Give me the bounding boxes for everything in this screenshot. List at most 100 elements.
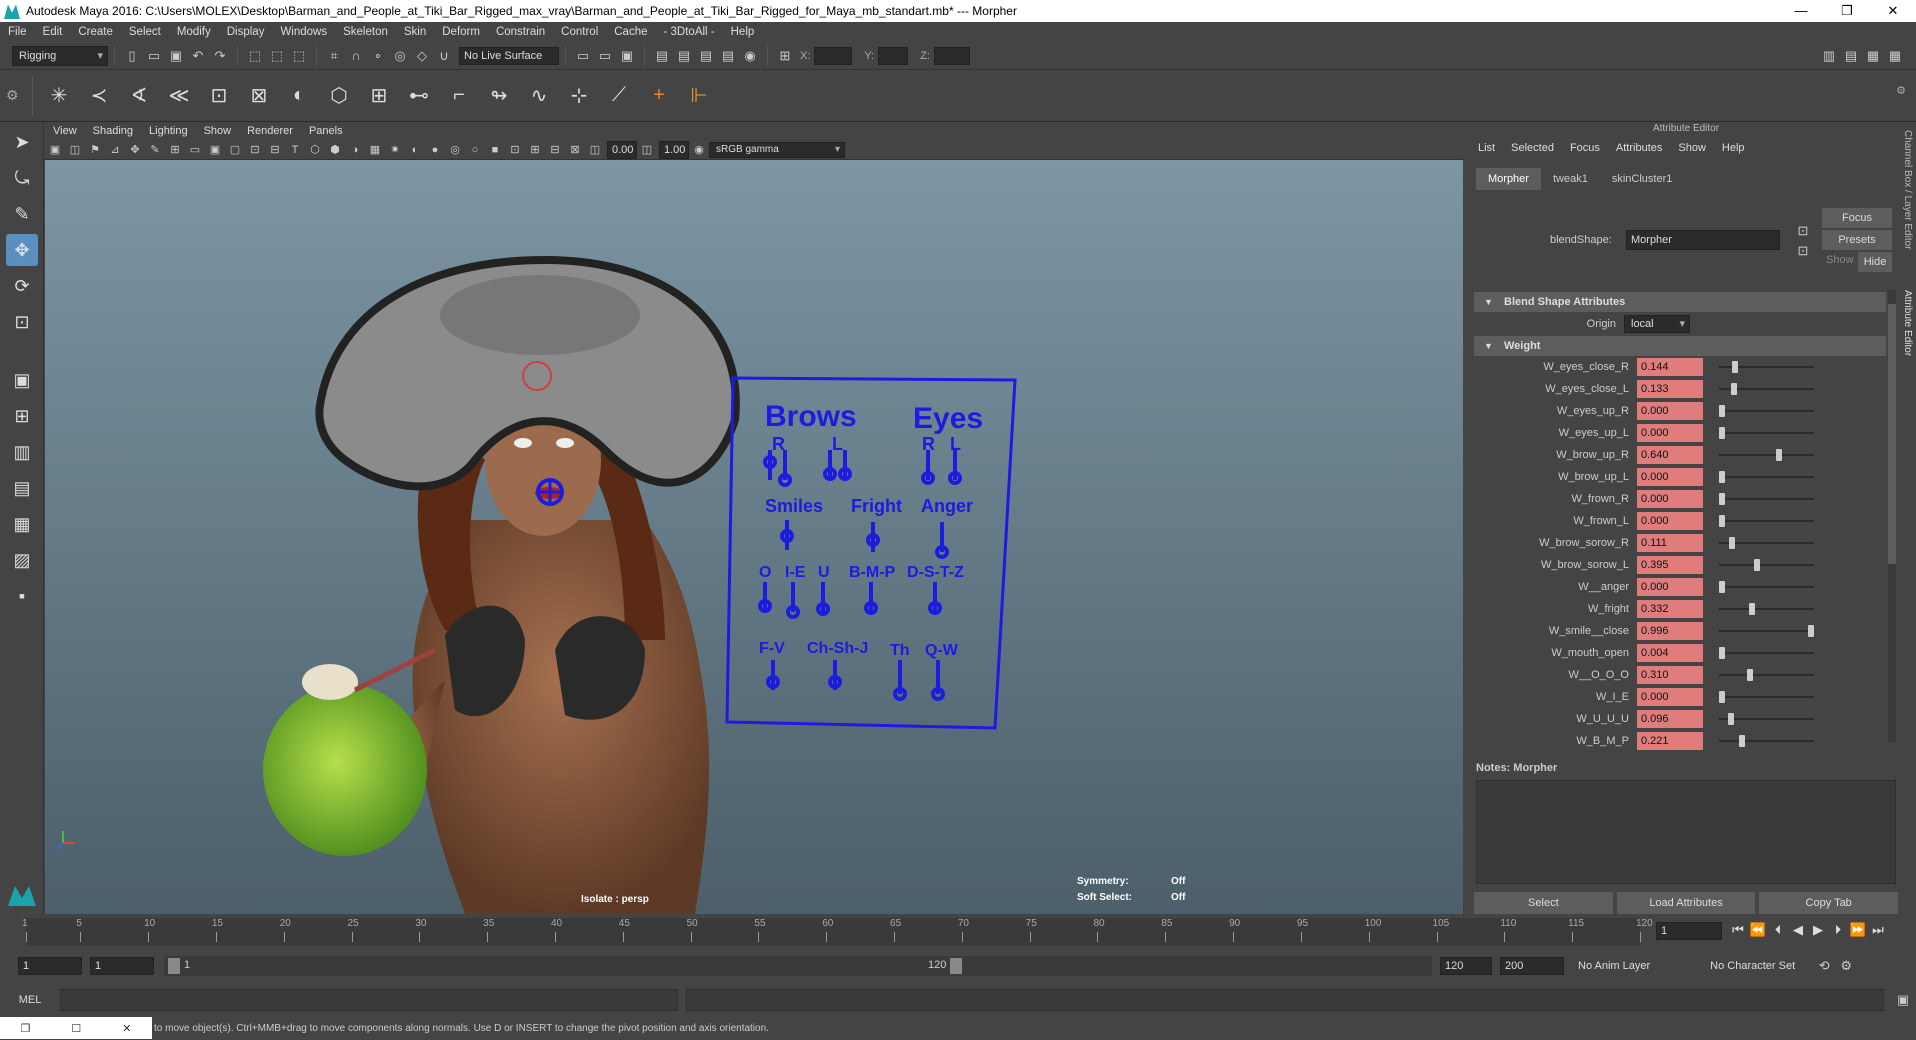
close-window-icon[interactable]: ✕ [122, 1022, 131, 1035]
anim-layer-dropdown[interactable]: No Anim Layer [1578, 960, 1650, 972]
ik-spline-icon[interactable]: ∢ [122, 79, 156, 113]
weight-slider-handle[interactable] [1719, 427, 1725, 439]
hypershade-layout-icon[interactable]: ▦ [6, 508, 38, 540]
weight-value-field[interactable]: 0.332 [1637, 600, 1703, 618]
output-connection-icon[interactable]: ⊡ [1794, 242, 1812, 260]
minimize-button[interactable]: — [1778, 0, 1824, 22]
show-label[interactable]: Show [1826, 254, 1854, 266]
panel-menu-shading[interactable]: Shading [85, 125, 141, 137]
copy-tab-button[interactable]: Copy Tab [1759, 892, 1899, 914]
tab-morpher[interactable]: Morpher [1476, 168, 1541, 190]
weight-value-field[interactable]: 0.000 [1637, 512, 1703, 530]
attr-menu-list[interactable]: List [1470, 142, 1503, 154]
weight-value-field[interactable]: 0.111 [1637, 534, 1703, 552]
input-connection-icon[interactable]: ⊡ [1794, 222, 1812, 240]
play-forwards-icon[interactable]: ▶ [1808, 922, 1828, 938]
magnet-icon[interactable]: ∪ [435, 47, 453, 65]
maximize-window-icon[interactable]: ☐ [71, 1022, 81, 1035]
menu-deform[interactable]: Deform [434, 26, 488, 38]
play-backwards-icon[interactable]: ◀ [1788, 922, 1808, 938]
snap-surface-icon[interactable]: ◇ [413, 47, 431, 65]
weight-value-field[interactable]: 0.133 [1637, 380, 1703, 398]
weight-slider[interactable] [1719, 581, 1814, 593]
render-current-icon[interactable]: ▤ [653, 47, 671, 65]
hide-button[interactable]: Hide [1858, 252, 1892, 272]
lasso-tool-icon[interactable]: ⤿ [6, 162, 38, 194]
time-slider[interactable]: 1 5 10 15 20 25 30 35 40 45 50 55 60 65 70 75 80 85 90 95 10… [0, 914, 1916, 950]
shadows-icon[interactable]: ◐ [407, 142, 423, 158]
attr-menu-selected[interactable]: Selected [1503, 142, 1562, 154]
animation-prefs-icon[interactable]: ⚙ [1837, 957, 1855, 975]
weight-value-field[interactable]: 0.000 [1637, 688, 1703, 706]
lattice-icon[interactable]: ⬡ [322, 79, 356, 113]
attr-menu-help[interactable]: Help [1714, 142, 1753, 154]
attribute-editor-tab[interactable]: Attribute Editor [1902, 290, 1913, 356]
anti-alias-icon[interactable]: ○ [467, 142, 483, 158]
menu-select[interactable]: Select [121, 26, 169, 38]
motion-blur-icon[interactable]: ◎ [447, 142, 463, 158]
camera-attr-icon[interactable]: ◫ [67, 142, 83, 158]
weight-slider[interactable] [1719, 625, 1814, 637]
input-ops-icon[interactable]: ▭ [574, 47, 592, 65]
weight-value-field[interactable]: 0.000 [1637, 578, 1703, 596]
weight-slider[interactable] [1719, 559, 1814, 571]
grid-icon[interactable]: ⊞ [167, 142, 183, 158]
modeling-toolkit-icon[interactable]: ▥ [1820, 47, 1838, 65]
go-to-start-icon[interactable]: ⏮ [1728, 922, 1748, 938]
command-language-label[interactable]: MEL [0, 994, 60, 1006]
menu-control[interactable]: Control [553, 26, 606, 38]
menu-file[interactable]: File [0, 26, 35, 38]
step-back-frame-icon[interactable]: ⏴ [1768, 922, 1788, 938]
gamma-icon[interactable]: ◫ [639, 142, 655, 158]
channel-box-tab[interactable]: Channel Box / Layer Editor [1902, 130, 1913, 250]
weight-slider[interactable] [1719, 427, 1814, 439]
blend-shape-attributes-section[interactable]: Blend Shape Attributes [1474, 292, 1886, 312]
notes-textarea[interactable] [1476, 780, 1896, 884]
menu-3dtoall[interactable]: - 3DtoAll - [656, 26, 723, 38]
resolution-gate-icon[interactable]: ▣ [207, 142, 223, 158]
snap-point-icon[interactable]: ∘ [369, 47, 387, 65]
bind-skin-icon[interactable]: ⊠ [242, 79, 276, 113]
scale-tool-icon[interactable]: ⊡ [6, 306, 38, 338]
minimized-window[interactable]: ❐ ☐ ✕ [0, 1017, 152, 1039]
save-scene-icon[interactable]: ▣ [167, 47, 185, 65]
film-gate-icon[interactable]: ▭ [187, 142, 203, 158]
xray-joints-icon[interactable]: ⊟ [547, 142, 563, 158]
weight-slider-handle[interactable] [1738, 735, 1745, 747]
snap-view-icon[interactable]: ◎ [391, 47, 409, 65]
panel-menu-show[interactable]: Show [196, 125, 240, 137]
new-scene-icon[interactable]: ▯ [123, 47, 141, 65]
restore-window-icon[interactable]: ❐ [21, 1022, 31, 1035]
two-d-pan-icon[interactable]: ✥ [127, 142, 143, 158]
colorspace-dropdown[interactable]: sRGB gamma [709, 141, 845, 158]
weight-value-field[interactable]: 0.000 [1637, 468, 1703, 486]
wire-icon[interactable]: ↬ [482, 79, 516, 113]
ik-handle-icon[interactable]: ≺ [82, 79, 116, 113]
current-frame-field[interactable]: 1 [1656, 922, 1722, 940]
panel-menu-renderer[interactable]: Renderer [239, 125, 301, 137]
menu-help[interactable]: Help [723, 26, 763, 38]
presets-button[interactable]: Presets [1822, 230, 1892, 250]
tab-skincluster1[interactable]: skinCluster1 [1600, 168, 1685, 190]
wireframe-icon[interactable]: ⬡ [307, 142, 323, 158]
four-view-icon[interactable]: ⊞ [6, 400, 38, 432]
rotate-tool-icon[interactable]: ⟳ [6, 270, 38, 302]
menu-modify[interactable]: Modify [169, 26, 219, 38]
open-scene-icon[interactable]: ▭ [145, 47, 163, 65]
depth-of-field-icon[interactable]: ■ [487, 142, 503, 158]
weight-value-field[interactable]: 0.310 [1637, 666, 1703, 684]
menu-create[interactable]: Create [70, 26, 121, 38]
weight-slider-handle[interactable] [1731, 361, 1738, 373]
redo-icon[interactable]: ↷ [211, 47, 229, 65]
parent-constraint-icon[interactable]: ⊩ [682, 79, 716, 113]
soft-mod-icon[interactable]: ⊹ [562, 79, 596, 113]
render-settings-icon[interactable]: ▤ [697, 47, 715, 65]
lights-icon[interactable]: ✷ [387, 142, 403, 158]
weight-slider[interactable] [1719, 361, 1814, 373]
panel-menu-view[interactable]: View [45, 125, 85, 137]
attr-menu-attributes[interactable]: Attributes [1608, 142, 1670, 154]
weight-value-field[interactable]: 0.395 [1637, 556, 1703, 574]
shelf-scroll-icon[interactable]: ⚙ [1896, 84, 1906, 97]
weight-slider-handle[interactable] [1728, 537, 1735, 549]
go-to-end-icon[interactable]: ⏭ [1868, 922, 1888, 938]
